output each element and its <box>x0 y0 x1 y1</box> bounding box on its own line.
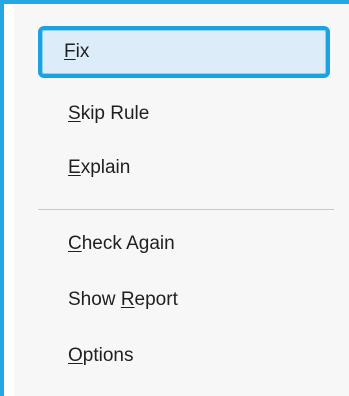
accelerator-key: E <box>68 157 81 178</box>
menu-separator <box>38 209 334 210</box>
accelerator-key: R <box>120 289 135 310</box>
menu-item-label: ptions <box>82 345 134 366</box>
accelerator-key: O <box>68 345 83 366</box>
menu-item-label-prefix: Show <box>68 289 121 310</box>
menu-item-fix[interactable]: Fix <box>38 26 330 78</box>
menu-item-label: xplain <box>80 157 131 178</box>
menu-item-label: heck Again <box>81 233 175 254</box>
accelerator-key: S <box>68 103 81 124</box>
menu-item-options[interactable]: Options <box>42 330 334 382</box>
accelerator-key: F <box>64 41 76 62</box>
menu-item-check-again[interactable]: Check Again <box>42 218 334 270</box>
menu-item-label: kip Rule <box>80 103 150 124</box>
menu-item-label: eport <box>134 289 178 310</box>
menu-item-explain[interactable]: Explain <box>42 142 334 194</box>
accelerator-key: C <box>68 233 82 254</box>
window-accent-border-left <box>0 0 4 396</box>
menu-item-show-report[interactable]: Show Report <box>42 274 334 326</box>
menu-item-label: ix <box>75 41 90 62</box>
menu-item-skip-rule[interactable]: Skip Rule <box>42 88 334 140</box>
context-menu: Fix Skip Rule Explain Check Again Show R… <box>14 4 349 396</box>
